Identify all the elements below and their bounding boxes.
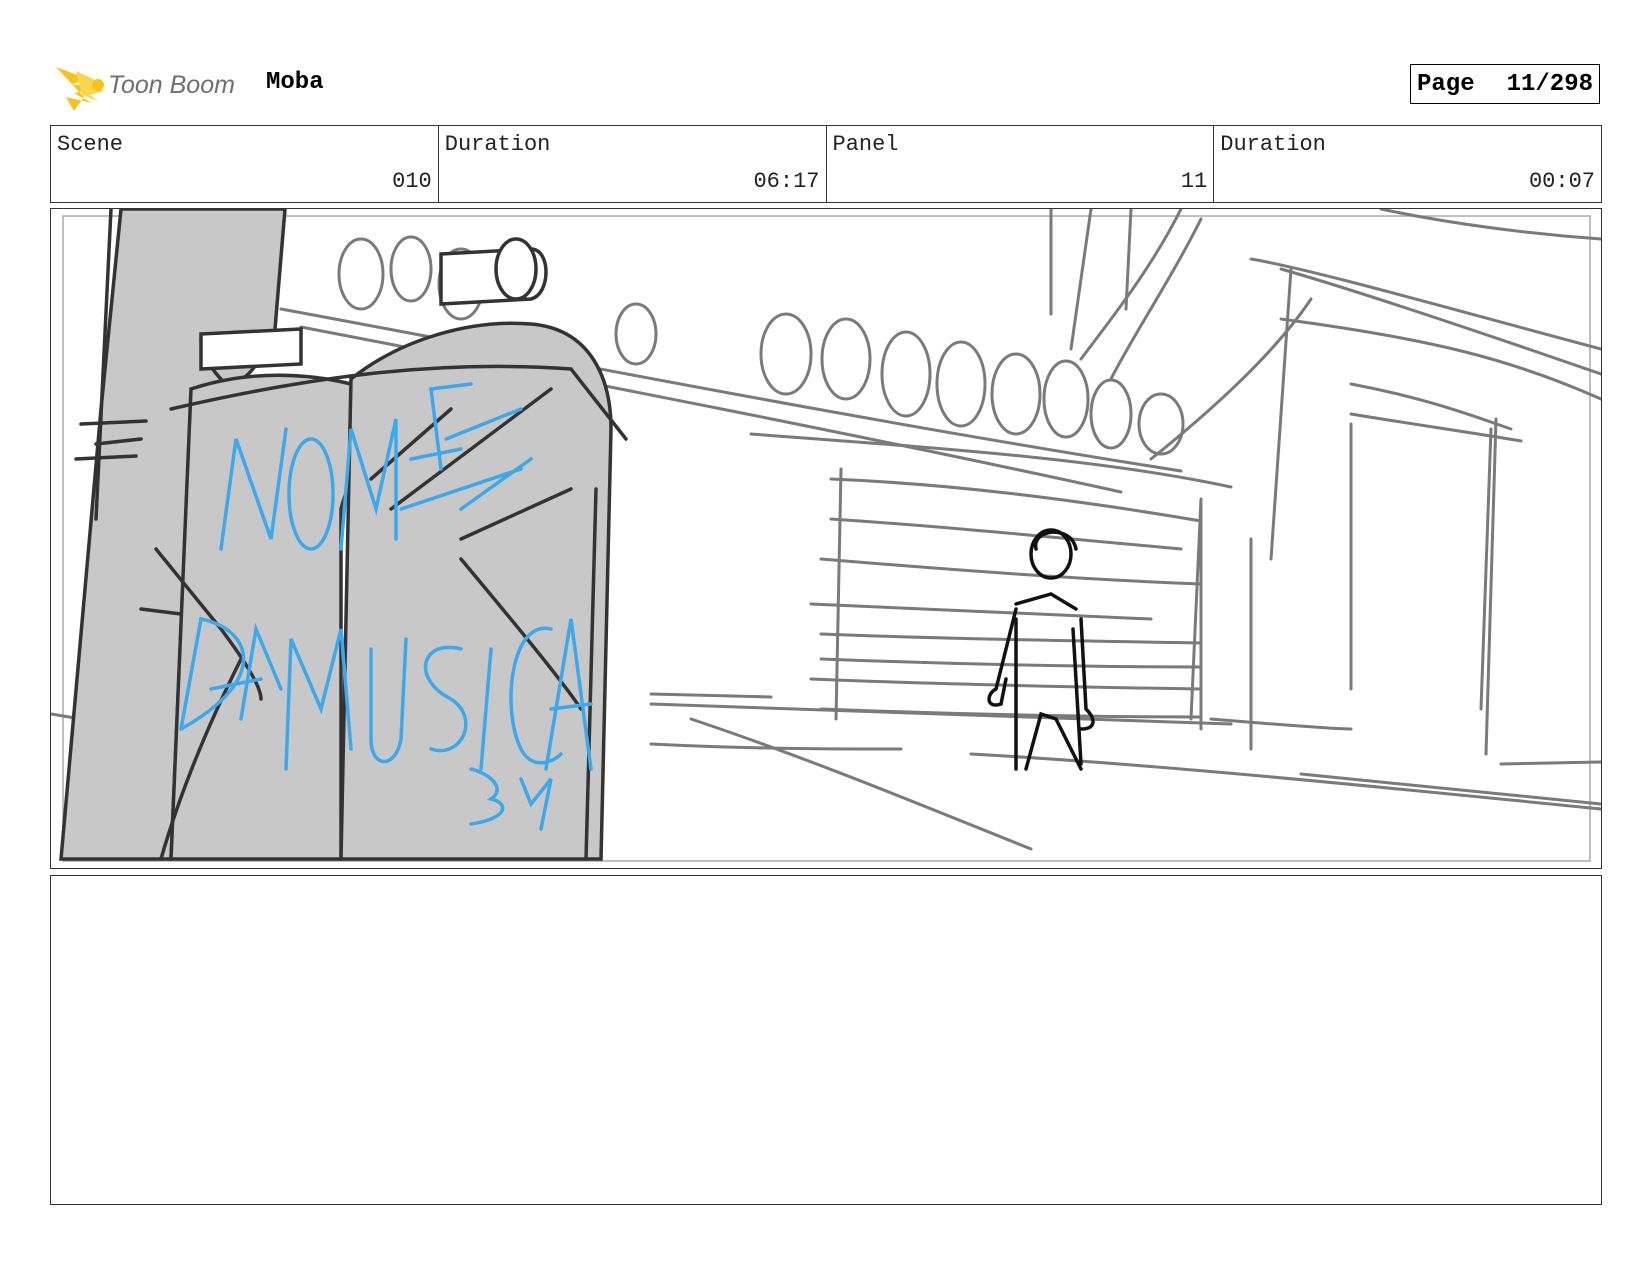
page-indicator: Page 11/298 xyxy=(1410,64,1600,104)
panel-notes-box xyxy=(50,875,1602,1205)
project-title: Moba xyxy=(266,69,324,96)
panel-sketch xyxy=(51,209,1601,862)
scene-info-row: Scene 010 Duration 06:17 Panel 11 Durati… xyxy=(50,125,1602,203)
scene-duration-value: 06:17 xyxy=(753,169,820,194)
character-sketch xyxy=(987,528,1095,771)
storyboard-panel xyxy=(50,208,1602,869)
scene-cell: Scene 010 xyxy=(51,126,439,202)
scene-duration-label: Duration xyxy=(444,132,551,157)
panel-duration-value: 00:07 xyxy=(1528,169,1595,194)
panel-label: Panel xyxy=(832,132,899,157)
toon-boom-logo: Toon Boom xyxy=(56,67,235,111)
page-label: Page xyxy=(1417,70,1475,98)
scene-value: 010 xyxy=(392,169,432,194)
scene-label: Scene xyxy=(57,132,124,157)
panel-value: 11 xyxy=(1180,169,1208,194)
starburst-icon xyxy=(56,67,104,111)
scene-duration-cell: Duration 06:17 xyxy=(439,126,827,202)
page-number: 11/298 xyxy=(1506,70,1593,98)
page-header: Toon Boom Moba Page 11/298 xyxy=(50,55,1600,115)
panel-cell: Panel 11 xyxy=(827,126,1215,202)
panel-duration-label: Duration xyxy=(1220,132,1326,157)
logo-text: Toon Boom xyxy=(108,71,235,99)
panel-duration-cell: Duration 00:07 xyxy=(1214,126,1601,202)
